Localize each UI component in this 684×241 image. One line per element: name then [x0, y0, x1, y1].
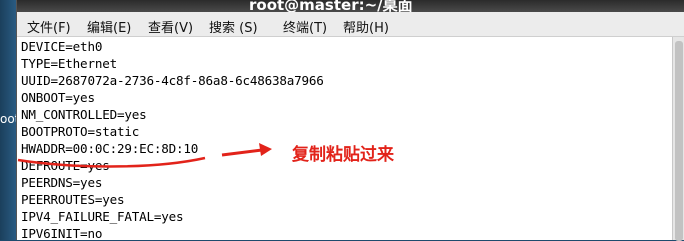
config-line-ipv4-failure: IPV4_FAILURE_FATAL=yes — [21, 209, 184, 224]
menu-edit[interactable]: 编辑(E) — [87, 17, 131, 36]
window-titlebar[interactable]: root@master:~/桌面 — [17, 0, 684, 12]
menu-file[interactable]: 文件(F) — [27, 17, 71, 36]
menu-terminal[interactable]: 终端(T) — [283, 17, 327, 36]
config-line-peerroutes: PEERROUTES=yes — [21, 192, 125, 207]
config-line-defroute: DEFROUTE=yes — [21, 158, 110, 173]
config-line-ipv6init: IPV6INIT=no — [21, 226, 103, 241]
config-line-device: DEVICE=eth0 — [21, 39, 103, 54]
vertical-scrollbar[interactable] — [672, 37, 684, 241]
config-line-hwaddr: HWADDR=00:0C:29:EC:8D:10 — [21, 141, 199, 156]
menu-bar: 文件(F) 编辑(E) 查看(V) 搜索 (S) 终端(T) 帮助(H) — [17, 12, 684, 37]
terminal-text-area[interactable]: DEVICE=eth0 TYPE=Ethernet UUID=2687072a-… — [17, 37, 673, 241]
scrollbar-thumb[interactable] — [675, 41, 683, 241]
config-line-peerdns: PEERDNS=yes — [21, 175, 103, 190]
config-line-bootproto: BOOTPROTO=static — [21, 124, 140, 139]
config-line-uuid: UUID=2687072a-2736-4c8f-86a8-6c48638a796… — [21, 73, 324, 88]
annotation-note: 复制粘贴过来 — [292, 145, 394, 165]
menu-help[interactable]: 帮助(H) — [343, 17, 389, 36]
window-title: root@master:~/桌面 — [249, 0, 413, 12]
terminal-window: root@master:~/桌面 文件(F) 编辑(E) 查看(V) 搜索 (S… — [16, 0, 684, 241]
config-line-onboot: ONBOOT=yes — [21, 90, 95, 105]
config-line-type: TYPE=Ethernet — [21, 56, 117, 71]
menu-search[interactable]: 搜索 (S) — [209, 17, 258, 36]
menu-view[interactable]: 查看(V) — [148, 17, 193, 36]
config-line-nm-controlled: NM_CONTROLLED=yes — [21, 107, 147, 122]
